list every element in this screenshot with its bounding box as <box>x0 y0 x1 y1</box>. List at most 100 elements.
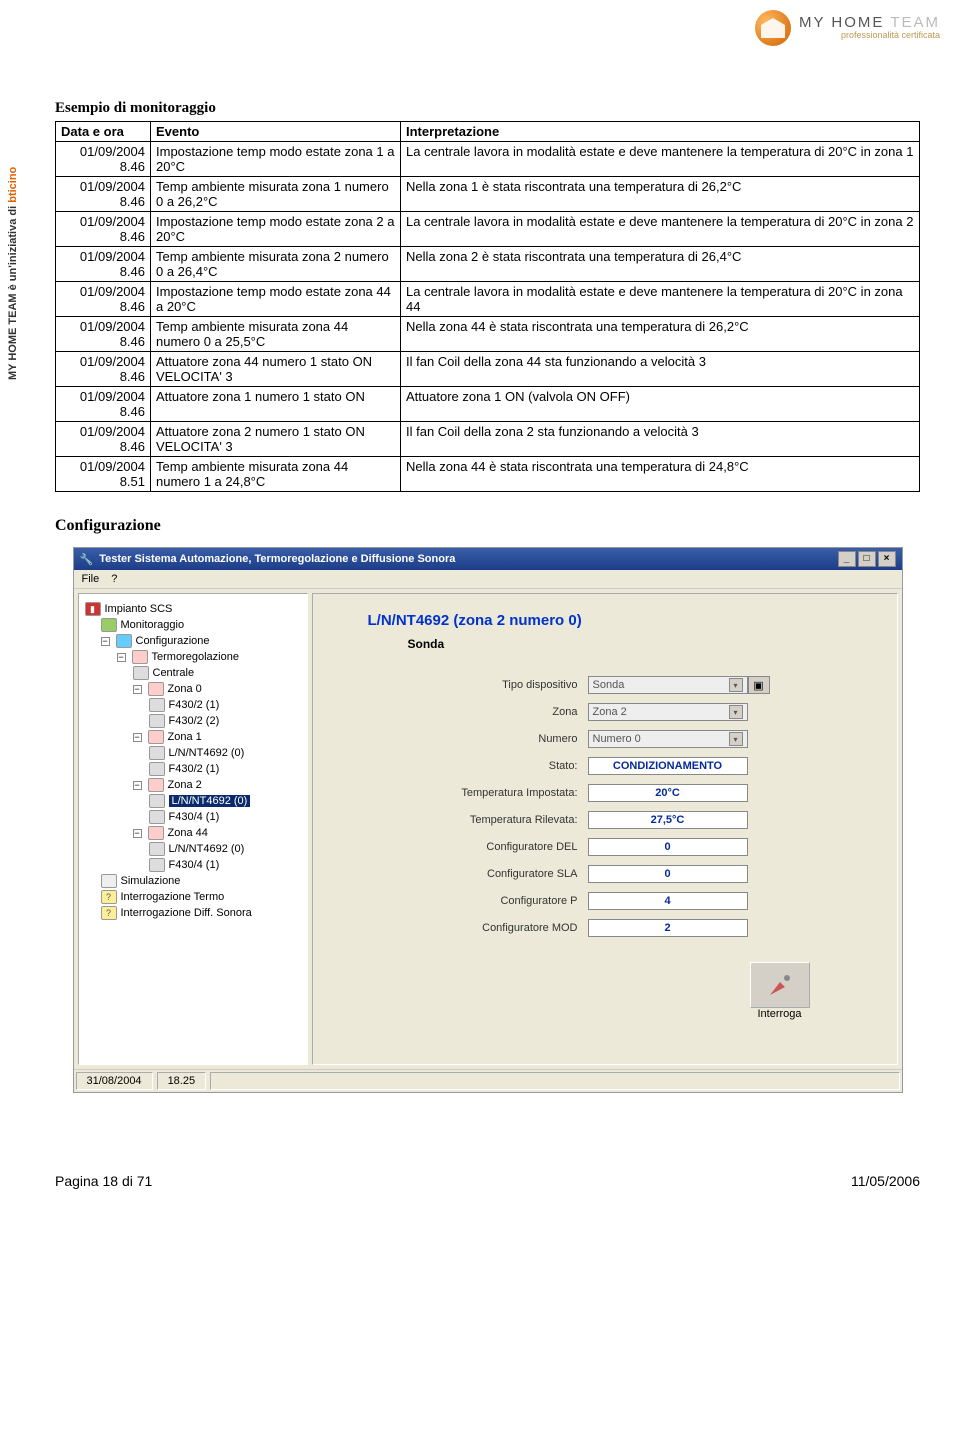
cell-interpretation: Nella zona 2 è stata riscontrata una tem… <box>401 247 920 282</box>
tree-zona0[interactable]: Zona 0 <box>168 683 202 695</box>
cell-datetime: 01/09/2004 8.46 <box>56 247 151 282</box>
label-stato: Stato: <box>388 760 588 772</box>
cell-datetime: 01/09/2004 8.46 <box>56 387 151 422</box>
titlebar: 🔧 Tester Sistema Automazione, Termoregol… <box>74 548 902 570</box>
status-time: 18.25 <box>157 1072 207 1090</box>
field-zona[interactable]: Zona 2▾ <box>588 703 748 721</box>
collapse-icon[interactable]: − <box>133 733 142 742</box>
tree-zona1[interactable]: Zona 1 <box>168 731 202 743</box>
monitoring-table: Data e ora Evento Interpretazione 01/09/… <box>55 121 920 492</box>
minimize-button[interactable]: _ <box>838 551 856 567</box>
tree-root[interactable]: Impianto SCS <box>105 603 173 615</box>
table-row: 01/09/2004 8.46Temp ambiente misurata zo… <box>56 317 920 352</box>
label-cp: Configuratore P <box>388 895 588 907</box>
cell-event: Temp ambiente misurata zona 44 numero 0 … <box>151 317 401 352</box>
plant-icon: ▮ <box>85 602 101 616</box>
device-icon <box>149 794 165 808</box>
field-numero[interactable]: Numero 0▾ <box>588 730 748 748</box>
cell-event: Temp ambiente misurata zona 1 numero 0 a… <box>151 177 401 212</box>
device-icon <box>149 698 165 712</box>
chevron-down-icon: ▾ <box>729 678 743 692</box>
probe-icon <box>765 970 795 1000</box>
device-icon <box>149 762 165 776</box>
label-csla: Configuratore SLA <box>388 868 588 880</box>
menubar: File ? <box>74 570 902 589</box>
tree-termoregolazione[interactable]: Termoregolazione <box>152 651 239 663</box>
query-icon: ? <box>101 906 117 920</box>
device-icon <box>149 810 165 824</box>
table-row: 01/09/2004 8.46Impostazione temp modo es… <box>56 142 920 177</box>
thermo-icon <box>132 650 148 664</box>
table-row: 01/09/2004 8.46Impostazione temp modo es… <box>56 212 920 247</box>
device-icon <box>149 714 165 728</box>
tree-centrale[interactable]: Centrale <box>153 667 195 679</box>
tree-z44b[interactable]: F430/4 (1) <box>169 859 220 871</box>
cell-datetime: 01/09/2004 8.46 <box>56 212 151 247</box>
sidebar-branding: MY HOME TEAM è un'iniziativa di bticino <box>7 30 27 380</box>
query-icon: ? <box>101 890 117 904</box>
cell-datetime: 01/09/2004 8.46 <box>56 142 151 177</box>
window-title: Tester Sistema Automazione, Termoregolaz… <box>99 553 455 565</box>
cell-event: Attuatore zona 1 numero 1 stato ON <box>151 387 401 422</box>
label-zona: Zona <box>388 706 588 718</box>
device-icon <box>149 858 165 872</box>
detail-pane: L/N/NT4692 (zona 2 numero 0) Sonda Tipo … <box>312 593 898 1065</box>
chevron-down-icon: ▾ <box>729 732 743 746</box>
tree-z44a[interactable]: L/N/NT4692 (0) <box>169 843 245 855</box>
menu-file[interactable]: File <box>82 573 100 585</box>
value-tril: 27,5°C <box>588 811 748 829</box>
tree-int-termo[interactable]: Interrogazione Termo <box>121 891 225 903</box>
table-row: 01/09/2004 8.46Temp ambiente misurata zo… <box>56 177 920 212</box>
tree-zona44[interactable]: Zona 44 <box>168 827 208 839</box>
tree-monitoraggio[interactable]: Monitoraggio <box>121 619 185 631</box>
app-window: 🔧 Tester Sistema Automazione, Termoregol… <box>73 547 903 1093</box>
device-icon <box>149 842 165 856</box>
cell-datetime: 01/09/2004 8.46 <box>56 177 151 212</box>
col-evento: Evento <box>151 122 401 142</box>
cell-interpretation: La centrale lavora in modalità estate e … <box>401 212 920 247</box>
cell-interpretation: Il fan Coil della zona 2 sta funzionando… <box>401 422 920 457</box>
col-data-ora: Data e ora <box>56 122 151 142</box>
maximize-button[interactable]: □ <box>858 551 876 567</box>
tree-int-diff[interactable]: Interrogazione Diff. Sonora <box>121 907 252 919</box>
central-icon <box>133 666 149 680</box>
close-button[interactable]: × <box>878 551 896 567</box>
interroga-button[interactable] <box>750 962 810 1008</box>
table-row: 01/09/2004 8.46Attuatore zona 2 numero 1… <box>56 422 920 457</box>
value-csla: 0 <box>588 865 748 883</box>
tree-zona2[interactable]: Zona 2 <box>168 779 202 791</box>
collapse-icon[interactable]: − <box>101 637 110 646</box>
value-stato: CONDIZIONAMENTO <box>588 757 748 775</box>
zone-icon <box>148 730 164 744</box>
collapse-icon[interactable]: − <box>117 653 126 662</box>
cell-interpretation: La centrale lavora in modalità estate e … <box>401 142 920 177</box>
zone-icon <box>148 826 164 840</box>
collapse-icon[interactable]: − <box>133 829 142 838</box>
device-info-button[interactable]: ▣ <box>748 676 770 694</box>
monitor-icon <box>101 618 117 632</box>
config-icon <box>116 634 132 648</box>
section-title: Esempio di monitoraggio <box>55 100 920 117</box>
table-row: 01/09/2004 8.46Attuatore zona 1 numero 1… <box>56 387 920 422</box>
table-row: 01/09/2004 8.46Impostazione temp modo es… <box>56 282 920 317</box>
collapse-icon[interactable]: − <box>133 685 142 694</box>
tree-configurazione[interactable]: Configurazione <box>136 635 210 647</box>
status-date: 31/08/2004 <box>76 1072 153 1090</box>
cell-interpretation: Nella zona 44 è stata riscontrata una te… <box>401 317 920 352</box>
col-interpretazione: Interpretazione <box>401 122 920 142</box>
tree-z1a[interactable]: L/N/NT4692 (0) <box>169 747 245 759</box>
tree-z2b[interactable]: F430/4 (1) <box>169 811 220 823</box>
tree-z2a-selected[interactable]: L/N/NT4692 (0) <box>169 795 251 807</box>
tree-z0a[interactable]: F430/2 (1) <box>169 699 220 711</box>
tree-simulazione[interactable]: Simulazione <box>121 875 181 887</box>
menu-help[interactable]: ? <box>111 573 117 585</box>
field-tipo[interactable]: Sonda▾ <box>588 676 748 694</box>
cell-event: Impostazione temp modo estate zona 2 a 2… <box>151 212 401 247</box>
zone-icon <box>148 682 164 696</box>
tree-z0b[interactable]: F430/2 (2) <box>169 715 220 727</box>
detail-subtitle: Sonda <box>408 637 882 651</box>
collapse-icon[interactable]: − <box>133 781 142 790</box>
label-timp: Temperatura Impostata: <box>388 787 588 799</box>
cell-interpretation: Nella zona 44 è stata riscontrata una te… <box>401 457 920 492</box>
tree-z1b[interactable]: F430/2 (1) <box>169 763 220 775</box>
